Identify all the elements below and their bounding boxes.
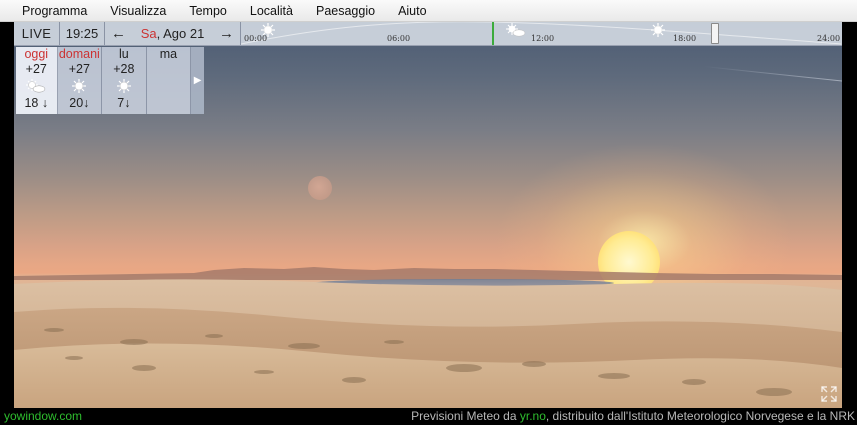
day-low-temp: 18 ↓ [24, 96, 49, 110]
day-high-temp: +27 [68, 62, 90, 76]
arrow-down-icon: ↓ [124, 96, 131, 110]
date-label: Sa, Ago 21 [141, 26, 205, 41]
forecast-day-today[interactable]: oggi +27 18 ↓ [16, 47, 58, 114]
previous-day-arrow-icon[interactable]: ← [111, 25, 126, 42]
time-toolbar: LIVE 19:25 ← Sa, Ago 21 → 00:00 06:00 12… [14, 22, 842, 46]
forecast-day-tomorrow[interactable]: domani +27 20↓ [58, 47, 103, 114]
arrow-down-icon: ↓ [83, 96, 90, 110]
forecast-day-monday[interactable]: lu +28 7↓ [102, 47, 147, 114]
yowindow-link[interactable]: yowindow.com [4, 408, 82, 425]
day-high-temp: +28 [113, 62, 135, 76]
menu-visualizza[interactable]: Visualizza [98, 0, 177, 22]
credits-text: Previsioni Meteo da yr.no, distribuito d… [411, 409, 855, 423]
weather-app: LIVE 19:25 ← Sa, Ago 21 → 00:00 06:00 12… [14, 22, 842, 408]
tick-18: 18:00 [673, 34, 697, 43]
tick-12: 12:00 [531, 34, 555, 43]
date-rest: , Ago 21 [156, 26, 205, 41]
moon [308, 176, 332, 200]
menu-aiuto[interactable]: Aiuto [386, 0, 438, 22]
day-name: ma [159, 47, 178, 61]
current-time: 19:25 [60, 22, 105, 45]
day-high-temp: +27 [25, 62, 47, 76]
forecast-day-tuesday[interactable]: ma [147, 47, 192, 114]
day-name: oggi [24, 47, 49, 61]
yr-no-link[interactable]: yr.no [520, 409, 546, 423]
fullscreen-icon[interactable] [820, 385, 838, 403]
menu-paesaggio[interactable]: Paesaggio [304, 0, 386, 22]
next-day-arrow-icon[interactable]: → [219, 25, 234, 42]
menu-localita[interactable]: Località [238, 0, 304, 22]
menu-tempo[interactable]: Tempo [177, 0, 238, 22]
tick-06: 06:00 [387, 34, 411, 43]
arrow-down-icon: ↓ [41, 96, 49, 110]
contrail [703, 66, 842, 83]
live-button[interactable]: LIVE [14, 22, 60, 45]
tick-24: 24:00 [817, 34, 841, 43]
partly-cloudy-icon [506, 23, 526, 37]
date-navigator: ← Sa, Ago 21 → [105, 22, 241, 45]
date-weekday: Sa [140, 26, 157, 41]
day-timeline[interactable]: 00:00 06:00 12:00 18:00 24:00 [241, 22, 842, 45]
menu-bar: Programma Visualizza Tempo Località Paes… [0, 0, 857, 22]
footer-bar: yowindow.com Previsioni Meteo da yr.no, … [0, 408, 857, 425]
menu-programma[interactable]: Programma [10, 0, 98, 22]
partly-cloudy-icon [25, 77, 47, 95]
day-low-temp: 7↓ [117, 96, 131, 110]
forecast-panel: oggi +27 18 ↓ domani +27 20↓ lu +28 7↓ m… [16, 47, 205, 114]
day-name: lu [118, 47, 129, 61]
day-name: domani [58, 47, 100, 61]
time-slider-handle[interactable] [711, 23, 719, 44]
sun-icon [651, 23, 665, 37]
sun-icon [116, 77, 132, 95]
day-low-temp: 20↓ [69, 96, 90, 110]
forecast-next-arrow-icon[interactable]: ▶ [191, 47, 205, 114]
sun-icon [261, 23, 275, 37]
sun-icon [71, 77, 87, 95]
current-time-marker [492, 22, 494, 45]
sand-dunes [14, 279, 842, 408]
